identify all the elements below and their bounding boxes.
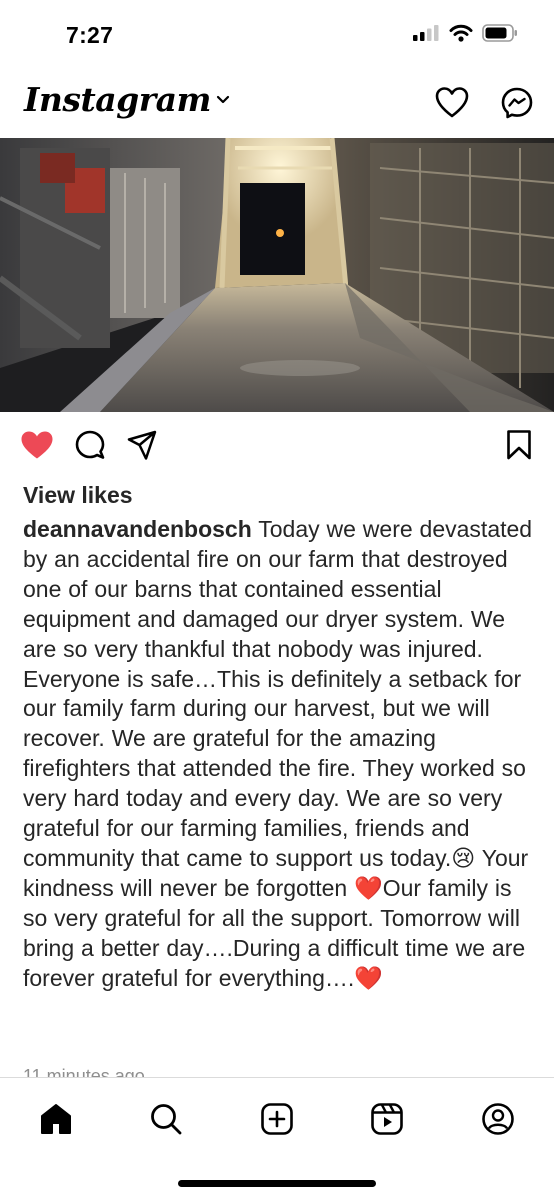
battery-icon [482,24,518,42]
home-indicator [178,1180,376,1187]
share-icon[interactable] [126,429,158,461]
chevron-down-icon[interactable] [215,94,231,106]
post-caption: deannavandenbosch Today we were devastat… [23,515,533,994]
bookmark-icon[interactable] [506,429,532,461]
status-bar: 7:27 [0,0,554,70]
home-icon[interactable] [37,1100,75,1138]
messenger-icon[interactable] [500,86,534,120]
profile-icon[interactable] [479,1100,517,1138]
caption-text-1: Today we were devastated by an accidenta… [23,516,533,871]
search-icon[interactable] [147,1100,185,1138]
like-heart-icon[interactable] [20,430,54,460]
logo-text: Instagram [24,80,211,119]
red-heart-emoji: ❤️ [354,964,383,991]
heart-icon[interactable] [434,86,470,120]
status-time: 7:27 [66,22,114,48]
red-heart-emoji: ❤️ [354,874,383,901]
app-header: Instagram [0,78,554,134]
view-likes-link[interactable]: View likes [23,482,133,509]
caption-username[interactable]: deannavandenbosch [23,516,252,542]
post-image[interactable] [0,138,554,412]
comment-icon[interactable] [74,429,106,461]
status-icons [413,24,518,42]
instagram-logo[interactable]: Instagram [24,80,231,119]
reels-icon[interactable] [368,1100,406,1138]
post-actions [0,425,554,469]
crying-face-emoji: 😢 [451,844,476,871]
header-actions [434,86,534,120]
create-post-icon[interactable] [258,1100,296,1138]
signal-icon [413,25,440,41]
wifi-icon [449,24,473,42]
